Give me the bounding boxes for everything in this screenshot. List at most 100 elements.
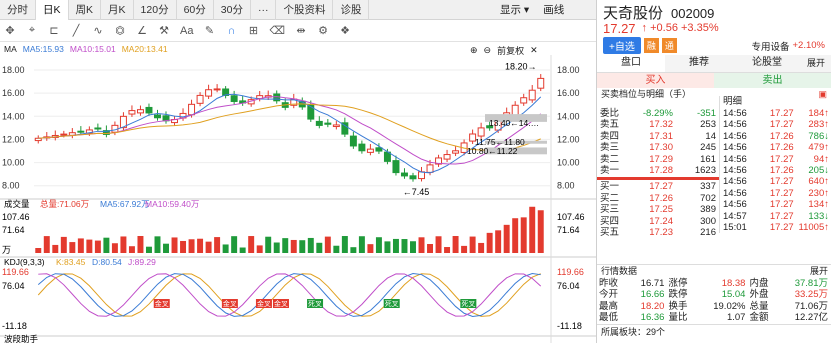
- volume-bar: [256, 245, 263, 253]
- kdj-d: D:80.54: [92, 257, 122, 267]
- tab-8[interactable]: 个股资料: [276, 0, 334, 20]
- tick-price: 17.26: [769, 164, 794, 176]
- market-value: 71.06万: [794, 300, 828, 312]
- candle: [188, 103, 196, 116]
- orderbook-row[interactable]: 买五 17.23 216: [597, 227, 719, 238]
- settings-icon[interactable]: ⚙: [317, 24, 329, 37]
- wave-icon[interactable]: ∿: [92, 24, 104, 37]
- candle: [136, 109, 144, 114]
- ask-volume: 14: [705, 130, 716, 142]
- buy-button[interactable]: 买入: [597, 73, 714, 88]
- candle: [34, 137, 42, 142]
- orderbook-row[interactable]: 买四 17.24 300: [597, 216, 719, 227]
- tab-9[interactable]: 诊股: [333, 0, 370, 20]
- volume-bar: [197, 238, 204, 253]
- volume-bar: [478, 242, 485, 253]
- tab-0[interactable]: 分时: [0, 0, 36, 20]
- orderbook-row[interactable]: 卖一 17.28 1623: [597, 165, 719, 176]
- ask-volume: 245: [700, 142, 716, 154]
- tab-recommend[interactable]: 推荐: [665, 55, 733, 72]
- orderbook-row[interactable]: 买三 17.25 389: [597, 204, 719, 215]
- kline-chart[interactable]: 18.20→←7.4513.40←14.…11.75←11.8010.80←11…: [0, 55, 596, 343]
- tab-6[interactable]: 30分: [214, 0, 251, 20]
- trash-icon[interactable]: ⌫: [269, 24, 285, 37]
- tab-7[interactable]: ···: [251, 0, 277, 20]
- market-label: 最低: [599, 312, 619, 324]
- kdj-k: K:83.45: [56, 257, 86, 267]
- draw-line-button[interactable]: 画线: [543, 0, 564, 20]
- magnet-icon[interactable]: ∩: [225, 25, 237, 37]
- tab-4[interactable]: 120分: [134, 0, 177, 20]
- sell-button[interactable]: 卖出: [714, 73, 831, 88]
- tab-forum[interactable]: 论股堂: [733, 55, 801, 72]
- candle: [400, 172, 408, 177]
- volume-bar: [384, 241, 391, 253]
- tick-time: 14:56: [723, 176, 747, 188]
- tick-row: 14:56 17.27 94↑: [720, 154, 831, 165]
- hammer-icon[interactable]: ⚒: [158, 24, 170, 37]
- sector-name[interactable]: 专用设备: [751, 39, 789, 53]
- candle: [154, 114, 161, 119]
- rect-icon[interactable]: ⊏: [48, 24, 60, 37]
- market-label: 跌停: [668, 289, 688, 301]
- lock-icon[interactable]: ⊞: [247, 24, 259, 37]
- volume-bar: [222, 244, 229, 253]
- eraser-icon[interactable]: ✎: [203, 24, 215, 37]
- sector-count[interactable]: 所属板块：29个: [597, 323, 831, 338]
- range-label: 13.40←14.…: [489, 118, 539, 128]
- orderbook-row[interactable]: 卖四 17.31 14: [597, 131, 719, 142]
- add-watchlist-button[interactable]: +自选: [603, 37, 641, 54]
- volume-bar: [94, 240, 101, 253]
- layers-icon[interactable]: ❖: [339, 24, 351, 37]
- candle: [145, 106, 153, 114]
- volume-bar: [154, 236, 161, 253]
- orderbook-row[interactable]: 卖五 17.32 253: [597, 119, 719, 130]
- tick-time: 14:56: [723, 142, 747, 154]
- tab-orderbook[interactable]: 盘口: [597, 55, 665, 72]
- expand-button[interactable]: 展开: [801, 55, 831, 72]
- y-tick-label: -11.18: [557, 321, 582, 331]
- candle: [409, 175, 417, 180]
- y-tick-label: 71.64: [2, 225, 25, 235]
- candle: [94, 127, 102, 130]
- ask-volume: 253: [700, 119, 716, 131]
- text-icon[interactable]: Aa: [180, 25, 193, 37]
- display-menu[interactable]: 显示 ▾: [500, 0, 529, 20]
- ma20-value: MA20:13.41: [121, 44, 168, 54]
- orderbook-row[interactable]: 买一 17.27 337: [597, 181, 719, 192]
- last-price: 17.27: [603, 20, 636, 36]
- tick-row: 14:56 17.27 184↑: [720, 108, 831, 119]
- candle: [426, 164, 434, 173]
- market-value: 1.07: [726, 312, 746, 324]
- crosshair-icon[interactable]: ⌖: [26, 24, 38, 37]
- orderbook-row[interactable]: 买二 17.26 702: [597, 193, 719, 204]
- volume-bar: [163, 243, 169, 253]
- tick-price: 17.27: [769, 210, 794, 222]
- tick-volume: 11005↑: [798, 221, 829, 233]
- tab-3[interactable]: 月K: [101, 0, 134, 20]
- ask-volume: 161: [700, 153, 716, 165]
- tab-2[interactable]: 周K: [69, 0, 102, 20]
- volume-bar: [231, 236, 238, 253]
- volume-bar: [401, 239, 408, 253]
- orderbook-row[interactable]: 卖二 17.29 161: [597, 154, 719, 165]
- volume-bar: [520, 217, 527, 253]
- volume-bar: [486, 232, 493, 253]
- move-icon[interactable]: ✥: [4, 24, 16, 37]
- line-icon[interactable]: ╱: [70, 24, 82, 37]
- orderbook-row[interactable]: 卖三 17.30 245: [597, 142, 719, 153]
- measure-icon[interactable]: ⇹: [295, 24, 307, 37]
- orderbook-row[interactable]: 委比 -8.29% -351: [597, 108, 719, 119]
- tab-1[interactable]: 日K: [36, 0, 69, 20]
- tick-row: 14:56 17.27 230↑: [720, 188, 831, 199]
- tab-5[interactable]: 60分: [177, 0, 214, 20]
- angle-icon[interactable]: ∠: [136, 24, 148, 37]
- price-change: ↑ +0.56 +3.35%: [641, 22, 719, 34]
- fib-icon[interactable]: ⏣: [114, 24, 126, 37]
- y-tick-label: 107.46: [2, 212, 30, 222]
- volume-bar: [290, 239, 297, 253]
- kdj-signal-text: 金叉: [155, 299, 169, 308]
- market-expand-button[interactable]: 展开: [810, 265, 828, 278]
- wave-helper-label: 波段助手: [4, 334, 39, 343]
- volume-bar: [333, 245, 340, 253]
